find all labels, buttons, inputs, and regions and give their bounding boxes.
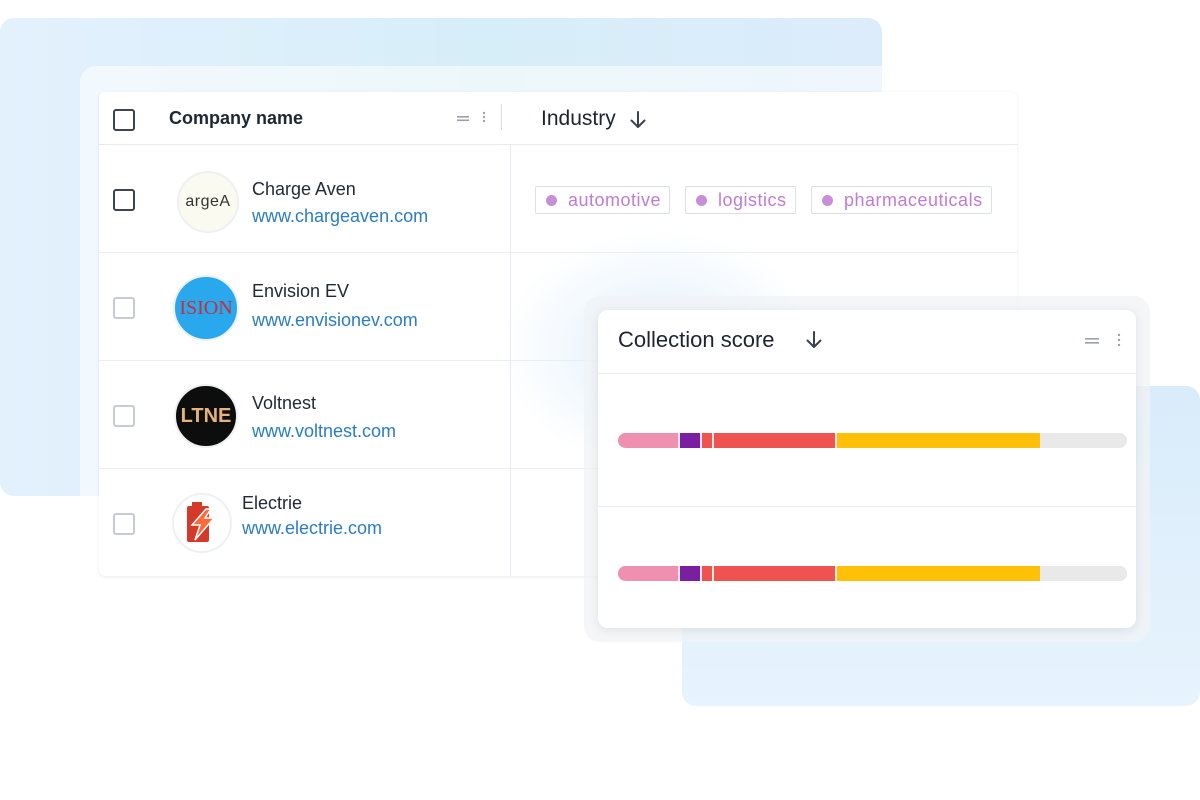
company-logo: LTNE — [174, 384, 238, 448]
collection-score-panel: Collection score — [598, 310, 1136, 628]
tag-dot-icon — [822, 194, 833, 206]
company-url-link[interactable]: www.chargeaven.com — [252, 206, 428, 227]
company-url-link[interactable]: www.electrie.com — [242, 518, 382, 539]
arrow-down-icon[interactable] — [803, 329, 825, 351]
table-header: Company name Industry — [99, 92, 1017, 145]
score-panel-header: Collection score — [598, 310, 1136, 374]
score-row — [598, 507, 1136, 628]
drag-handle-icon[interactable] — [456, 112, 470, 124]
company-url-link[interactable]: www.envisionev.com — [252, 310, 418, 331]
score-bar-segment — [680, 433, 700, 448]
kebab-menu-icon[interactable] — [1116, 332, 1122, 348]
arrow-down-icon[interactable] — [627, 109, 649, 131]
company-name: Voltnest — [252, 393, 317, 413]
score-bar-segment — [680, 566, 700, 581]
row-checkbox[interactable] — [113, 513, 135, 535]
collection-score-bar — [618, 433, 1127, 448]
score-bar-segment — [1041, 433, 1127, 448]
industry-tag[interactable]: automotive — [535, 186, 671, 214]
company-name: Electrie — [242, 493, 303, 513]
column-header-industry[interactable]: Industry — [541, 107, 616, 131]
resize-handle[interactable] — [501, 104, 502, 130]
score-bar-segment — [701, 566, 713, 581]
industry-tag[interactable]: logistics — [685, 186, 796, 214]
score-bar-segment — [618, 566, 679, 581]
column-header-company-name[interactable]: Company name — [169, 108, 303, 129]
score-bar-segment — [714, 566, 836, 581]
company-name: Charge Aven — [252, 179, 356, 199]
select-all-checkbox[interactable] — [113, 109, 135, 131]
score-bar-segment — [701, 433, 713, 448]
score-bar-segment — [837, 433, 1040, 448]
company-logo: argeA — [177, 171, 239, 233]
score-row — [598, 374, 1136, 507]
company-name: Envision EV — [252, 281, 350, 301]
company-url-link[interactable]: www.voltnest.com — [252, 421, 396, 442]
row-checkbox[interactable] — [113, 189, 135, 211]
row-checkbox[interactable] — [113, 405, 135, 427]
score-bar-segment — [837, 566, 1040, 581]
company-logo — [172, 493, 232, 553]
company-logo: ISION — [173, 275, 239, 341]
collection-score-bar — [618, 566, 1127, 581]
industry-tag[interactable]: pharmaceuticals — [811, 186, 992, 214]
score-bar-segment — [714, 433, 836, 448]
row-checkbox[interactable] — [113, 297, 135, 319]
score-bar-segment — [618, 433, 679, 448]
score-panel-title[interactable]: Collection score — [618, 327, 775, 353]
tag-dot-icon — [696, 194, 707, 206]
battery-bolt-icon — [187, 502, 216, 542]
drag-handle-icon[interactable] — [1084, 335, 1100, 347]
kebab-menu-icon[interactable] — [481, 110, 487, 124]
score-bar-segment — [1041, 566, 1127, 581]
tag-dot-icon — [546, 194, 557, 206]
